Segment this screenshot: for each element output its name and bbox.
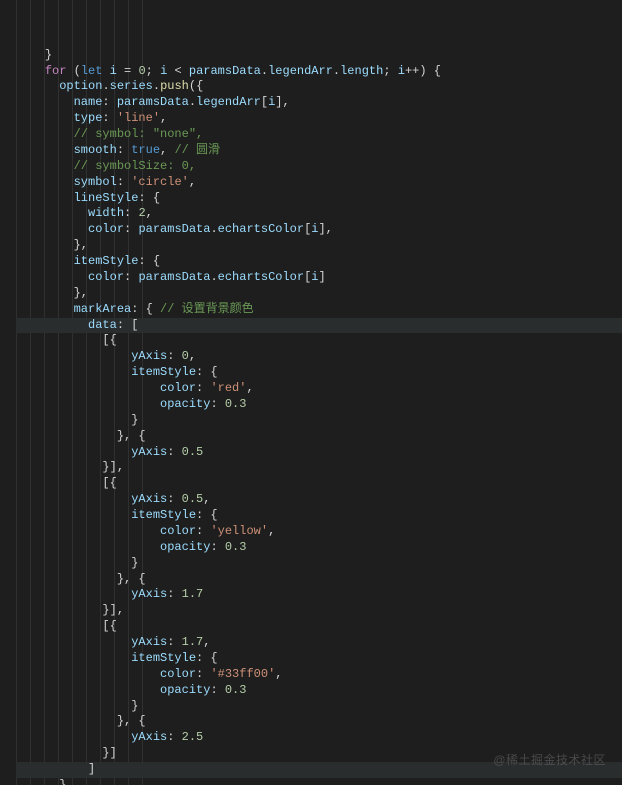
code-line[interactable]: }, (16, 778, 622, 785)
code-line[interactable]: opacity: 0.3 (16, 683, 622, 699)
code-line[interactable]: itemStyle: { (16, 365, 622, 381)
code-line[interactable]: color: paramsData.echartsColor[i] (16, 270, 622, 286)
code-line[interactable]: opacity: 0.3 (16, 540, 622, 556)
code-line[interactable]: color: paramsData.echartsColor[i], (16, 222, 622, 238)
code-line[interactable]: }], (16, 603, 622, 619)
code-line[interactable]: }], (16, 460, 622, 476)
code-line[interactable]: yAxis: 2.5 (16, 730, 622, 746)
code-line[interactable]: color: '#33ff00', (16, 667, 622, 683)
code-line[interactable]: name: paramsData.legendArr[i], (16, 95, 622, 111)
code-line[interactable]: }, { (16, 572, 622, 588)
code-line[interactable]: color: 'yellow', (16, 524, 622, 540)
code-line[interactable]: } (16, 699, 622, 715)
code-line[interactable]: } (16, 48, 622, 64)
code-line[interactable]: } (16, 556, 622, 572)
code-line[interactable]: [{ (16, 476, 622, 492)
code-line[interactable]: }, { (16, 714, 622, 730)
code-line[interactable]: type: 'line', (16, 111, 622, 127)
code-line[interactable]: option.series.push({ (16, 79, 622, 95)
code-line[interactable]: [{ (16, 619, 622, 635)
code-line[interactable]: yAxis: 1.7, (16, 635, 622, 651)
code-line[interactable]: }, { (16, 429, 622, 445)
code-line[interactable]: symbol: 'circle', (16, 175, 622, 191)
code-line[interactable]: // symbolSize: 0, (16, 159, 622, 175)
code-line[interactable]: [{ (16, 333, 622, 349)
code-line[interactable]: yAxis: 0.5 (16, 445, 622, 461)
code-line[interactable]: itemStyle: { (16, 651, 622, 667)
code-line[interactable]: }, (16, 238, 622, 254)
code-line[interactable]: yAxis: 0, (16, 349, 622, 365)
code-line[interactable]: opacity: 0.3 (16, 397, 622, 413)
code-editor[interactable]: } for (let i = 0; i < paramsData.legendA… (0, 0, 622, 785)
code-content[interactable]: } for (let i = 0; i < paramsData.legendA… (0, 48, 622, 785)
code-line[interactable]: color: 'red', (16, 381, 622, 397)
code-line[interactable]: width: 2, (16, 206, 622, 222)
code-line[interactable]: // symbol: "none", (16, 127, 622, 143)
code-line[interactable]: for (let i = 0; i < paramsData.legendArr… (16, 64, 622, 80)
code-line[interactable]: data: [ (16, 318, 622, 334)
code-line[interactable]: markArea: { // 设置背景颜色 (16, 302, 622, 318)
code-line[interactable]: itemStyle: { (16, 254, 622, 270)
code-line[interactable]: }, (16, 286, 622, 302)
code-line[interactable]: yAxis: 0.5, (16, 492, 622, 508)
code-line[interactable]: smooth: true, // 圆滑 (16, 143, 622, 159)
code-line[interactable]: itemStyle: { (16, 508, 622, 524)
code-line[interactable]: lineStyle: { (16, 191, 622, 207)
code-line[interactable]: yAxis: 1.7 (16, 587, 622, 603)
watermark-text: @稀土掘金技术社区 (493, 753, 606, 769)
code-line[interactable]: } (16, 413, 622, 429)
